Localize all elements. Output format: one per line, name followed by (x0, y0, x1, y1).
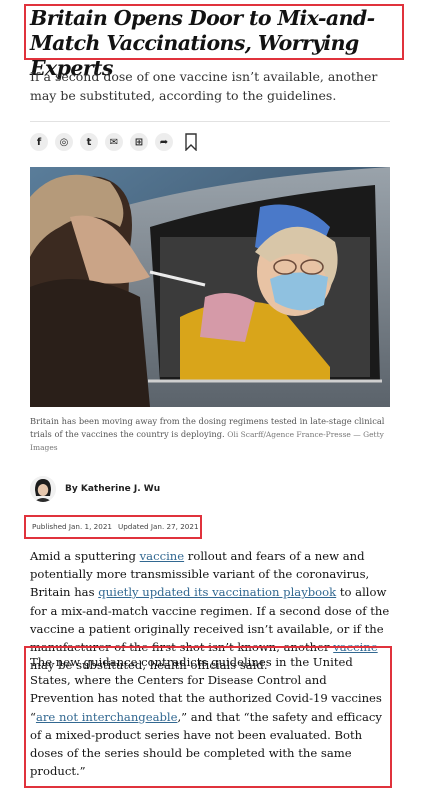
share-glyph: ➦ (159, 136, 169, 148)
author-avatar[interactable] (30, 476, 56, 502)
vaccine-link-1[interactable]: vaccine (140, 549, 184, 563)
publish-dates: Published Jan. 1, 2021 Updated Jan. 27, 2… (32, 522, 199, 531)
share-icon[interactable]: ➦ (155, 133, 173, 151)
twitter-glyph: t (86, 136, 92, 148)
published-date: Published Jan. 1, 2021 (32, 522, 112, 531)
photo-caption: Britain has been moving away from the do… (30, 415, 390, 454)
share-toolbar: f ◎ t ✉ ⊞ ➦ (30, 132, 198, 152)
article-photo (30, 167, 390, 407)
whatsapp-glyph: ◎ (59, 136, 69, 148)
updated-date: Updated Jan. 27, 2021 (117, 522, 199, 531)
byline: By Katherine J. Wu (30, 476, 160, 502)
twitter-icon[interactable]: t (80, 133, 98, 151)
gift-glyph: ⊞ (134, 136, 144, 148)
facebook-glyph: f (36, 136, 42, 148)
whatsapp-icon[interactable]: ◎ (55, 133, 73, 151)
not-interchangeable-link[interactable]: are not interchangeable (36, 710, 178, 724)
email-glyph: ✉ (109, 136, 119, 148)
bookmark-icon[interactable] (184, 133, 198, 151)
article-summary: If a second dose of one vaccine isn’t av… (30, 69, 378, 103)
gift-icon[interactable]: ⊞ (130, 133, 148, 151)
author-name[interactable]: By Katherine J. Wu (65, 484, 160, 494)
facebook-icon[interactable]: f (30, 133, 48, 151)
vaccination-playbook-link[interactable]: quietly updated its vaccination playbook (98, 585, 336, 599)
divider (30, 121, 390, 122)
p1-text-1: Amid a sputtering (30, 549, 140, 563)
email-icon[interactable]: ✉ (105, 133, 123, 151)
body-paragraph-2: The new guidance contradicts guidelines … (30, 653, 390, 780)
